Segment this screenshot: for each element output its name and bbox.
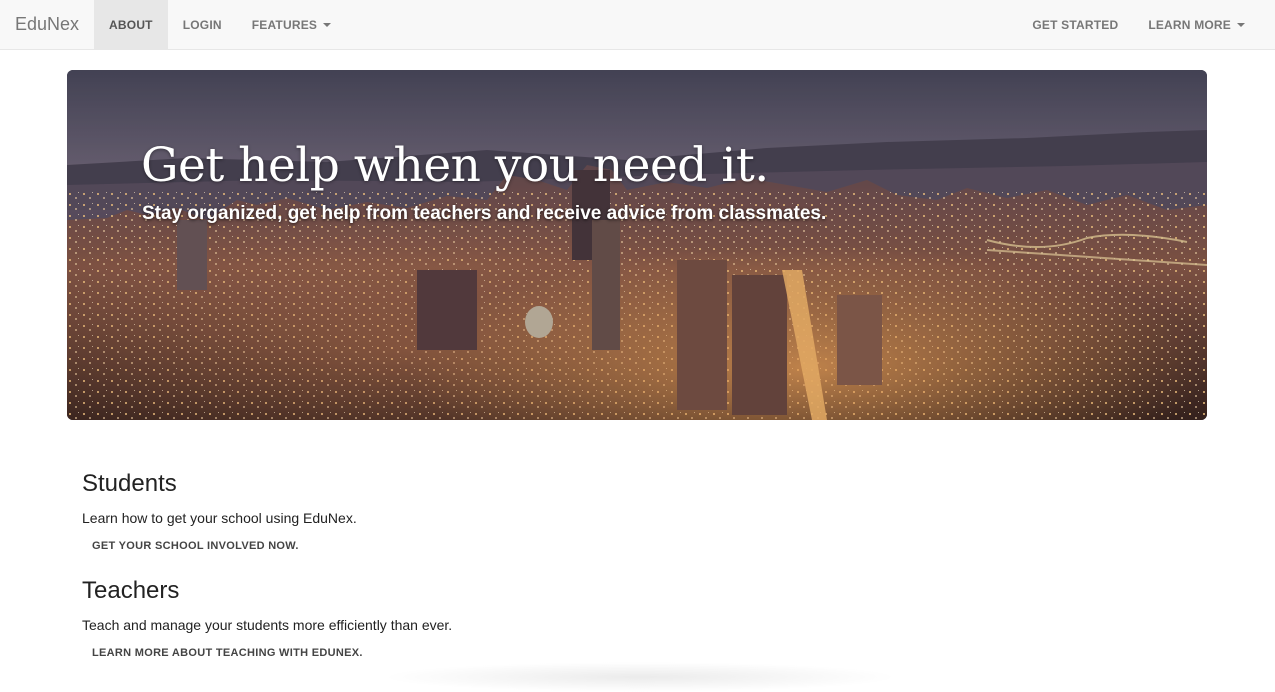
nav-item-login-label: LOGIN xyxy=(182,17,222,32)
nav-item-login[interactable]: LOGIN xyxy=(168,0,237,49)
students-heading: Students xyxy=(82,470,177,497)
teachers-text: Teach and manage your students more effi… xyxy=(82,617,453,633)
nav-item-features-label: FEATURES xyxy=(251,17,318,32)
city-skyline-image xyxy=(67,70,1207,420)
caret-down-icon xyxy=(323,22,332,27)
nav-item-get-started-label: GET STARTED xyxy=(1032,17,1119,32)
hero-banner: Get help when you need it. Stay organize… xyxy=(67,70,1207,420)
students-section: Students Learn how to get your school us… xyxy=(82,470,357,554)
bottom-shadow xyxy=(380,662,900,692)
nav-right: GET STARTED LEARN MORE xyxy=(1017,0,1260,49)
learn-teaching-link[interactable]: LEARN MORE ABOUT TEACHING WITH EDUNEX. xyxy=(92,647,363,659)
nav-item-about-label: ABOUT xyxy=(109,17,153,32)
nav-left: ABOUT LOGIN FEATURES xyxy=(94,0,346,49)
nav-item-get-started[interactable]: GET STARTED xyxy=(1017,0,1133,49)
teachers-section: Teachers Teach and manage your students … xyxy=(82,577,452,661)
students-text: Learn how to get your school using EduNe… xyxy=(82,510,357,526)
nav-item-features-dropdown[interactable]: FEATURES xyxy=(237,0,346,49)
nav-item-learn-more-label: LEARN MORE xyxy=(1148,17,1231,32)
teachers-heading: Teachers xyxy=(82,577,180,604)
hero-title: Get help when you need it. xyxy=(141,138,769,193)
nav-item-learn-more-dropdown[interactable]: LEARN MORE xyxy=(1133,0,1260,49)
hero-subtitle: Stay organized, get help from teachers a… xyxy=(142,203,827,224)
school-involved-link[interactable]: GET YOUR SCHOOL INVOLVED NOW. xyxy=(92,540,299,552)
top-navbar: EduNex ABOUT LOGIN FEATURES GET STARTED … xyxy=(0,0,1275,50)
nav-item-about[interactable]: ABOUT xyxy=(94,0,168,49)
brand-logo[interactable]: EduNex xyxy=(0,0,94,49)
caret-down-icon xyxy=(1237,22,1245,27)
